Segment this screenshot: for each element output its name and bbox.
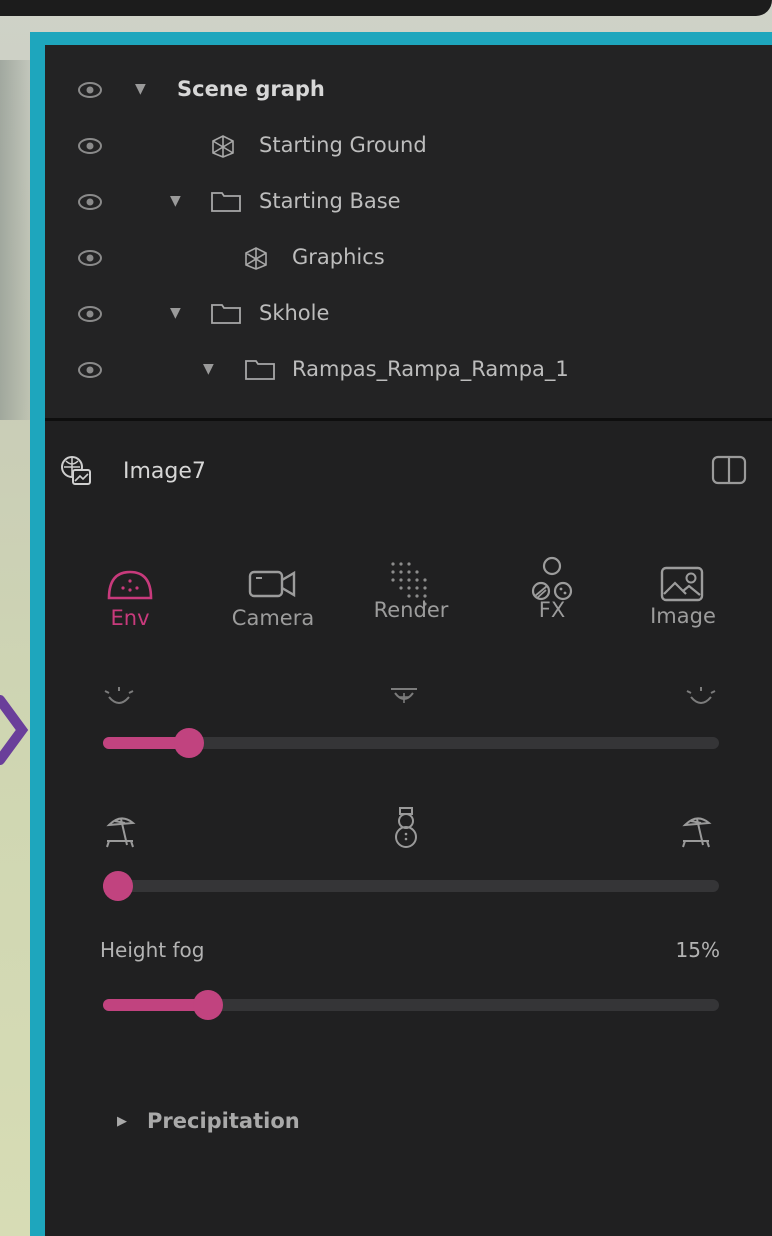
properties-panel: Image7 Env Camera Render FX Image Height… — [45, 421, 772, 1236]
tab-label: Render — [373, 598, 449, 622]
height-fog-value: 15% — [675, 938, 720, 962]
tab-camera[interactable]: Camera — [218, 566, 328, 630]
tab-fx[interactable]: FX — [497, 556, 607, 622]
folder-icon — [211, 192, 241, 212]
summer-beach-icon — [106, 817, 136, 848]
camera-icon — [248, 570, 296, 598]
winter-snowman-icon — [395, 807, 417, 848]
expand-arrow-icon: ▶ — [117, 1114, 127, 1129]
expand-caret-icon[interactable]: ▼ — [170, 193, 181, 209]
visibility-eye-icon[interactable] — [77, 249, 103, 267]
expand-caret-icon[interactable]: ▼ — [203, 361, 214, 377]
tab-render[interactable]: Render — [356, 562, 466, 622]
tree-row-scene-graph[interactable]: ▼ Scene graph — [45, 65, 772, 115]
expand-caret-icon[interactable]: ▼ — [135, 81, 146, 97]
tree-label: Starting Ground — [259, 133, 427, 157]
tree-row-starting-ground[interactable]: Starting Ground — [45, 121, 772, 171]
panel-title: Image7 — [123, 459, 206, 484]
precipitation-section-toggle[interactable]: ▶ Precipitation — [117, 1109, 300, 1133]
height-fog-slider[interactable] — [103, 990, 719, 1020]
expand-caret-icon[interactable]: ▼ — [170, 305, 181, 321]
image-node-icon — [61, 456, 91, 485]
env-dome-icon — [107, 570, 153, 600]
tree-label: Starting Base — [259, 189, 401, 213]
tree-row-skhole[interactable]: ▼ Skhole — [45, 289, 772, 339]
season-slider[interactable] — [103, 871, 719, 901]
tab-label: Env — [110, 606, 150, 630]
tab-env[interactable]: Env — [75, 566, 185, 630]
visibility-eye-icon[interactable] — [77, 193, 103, 211]
tree-label: Rampas_Rampa_Rampa_1 — [292, 357, 569, 381]
tree-label: Skhole — [259, 301, 330, 325]
top-bar — [0, 0, 772, 16]
sunset-icon — [686, 687, 716, 704]
sunrise-icon — [104, 687, 134, 704]
tree-label: Graphics — [292, 245, 385, 269]
time-of-day-slider[interactable] — [103, 728, 719, 758]
scene-graph-panel: ▼ Scene graph Starting Ground ▼ Starting… — [45, 45, 772, 419]
folder-icon — [211, 304, 241, 324]
slider-track[interactable] — [103, 880, 719, 892]
visibility-eye-icon[interactable] — [77, 137, 103, 155]
close-x-icon — [0, 695, 29, 765]
precipitation-label: Precipitation — [147, 1109, 300, 1133]
visibility-eye-icon[interactable] — [77, 361, 103, 379]
tab-image[interactable]: Image — [628, 566, 738, 628]
tab-label: FX — [538, 598, 566, 622]
tree-row-starting-base[interactable]: ▼ Starting Base — [45, 177, 772, 227]
midday-sun-icon — [391, 688, 417, 703]
visibility-eye-icon[interactable] — [77, 81, 103, 99]
folder-icon — [245, 360, 275, 380]
tree-label: Scene graph — [177, 77, 325, 101]
summer-beach-icon — [682, 817, 712, 848]
slider-handle[interactable] — [174, 728, 204, 758]
slider-handle[interactable] — [103, 871, 133, 901]
tree-row-rampas[interactable]: ▼ Rampas_Rampa_Rampa_1 — [45, 345, 772, 395]
mesh-icon — [212, 135, 234, 158]
tree-row-graphics[interactable]: Graphics — [45, 233, 772, 283]
height-fog-label: Height fog — [100, 938, 205, 962]
tab-label: Camera — [231, 606, 315, 630]
image-icon — [660, 566, 704, 602]
slider-handle[interactable] — [193, 990, 223, 1020]
visibility-eye-icon[interactable] — [77, 305, 103, 323]
tab-label: Image — [650, 604, 716, 628]
split-view-icon[interactable] — [711, 455, 747, 485]
mesh-icon — [245, 247, 267, 270]
